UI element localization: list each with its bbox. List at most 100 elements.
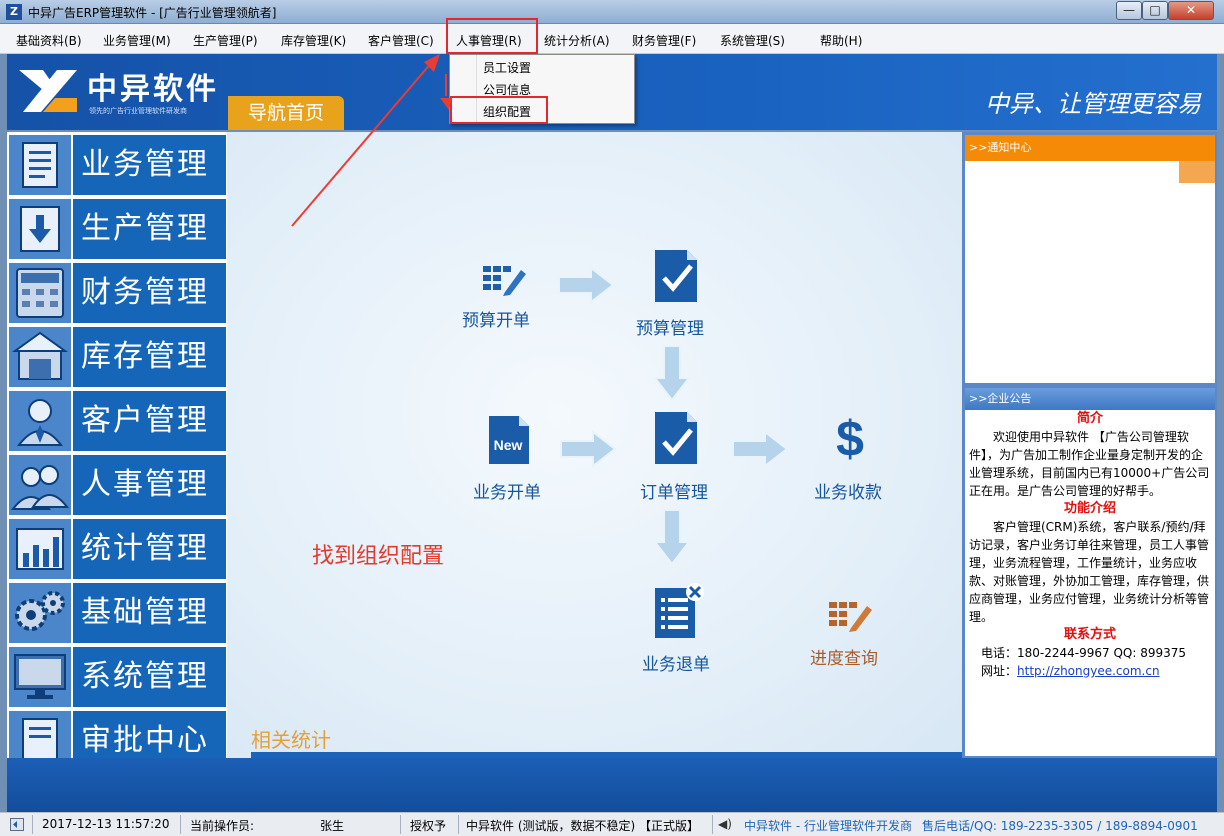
menu-basic-data[interactable]: 基础资料(B) <box>16 32 82 49</box>
new-badge: New <box>494 437 523 453</box>
document-icon <box>9 135 71 195</box>
budget-manage-label[interactable]: 预算管理 <box>636 314 704 339</box>
budget-open-icon[interactable] <box>481 262 527 296</box>
status-operator-label: 当前操作员: <box>190 819 255 833</box>
features-text: 客户管理(CRM)系统，客户联系/预约/拜访记录，客户业务订单往来管理，员工人事… <box>969 520 1210 624</box>
business-return-label[interactable]: 业务退单 <box>642 650 710 675</box>
nav-item-system[interactable]: 系统管理 <box>7 646 227 708</box>
warehouse-icon <box>9 327 71 387</box>
monitor-icon <box>9 647 71 707</box>
menu-statistics[interactable]: 统计分析(A) <box>544 32 610 49</box>
new-doc-icon[interactable]: New <box>487 414 531 466</box>
logo-icon <box>19 70 77 112</box>
status-separator <box>32 815 33 834</box>
status-edition: 中异软件 (测试版，数据不稳定) 【正式版】 <box>466 819 699 833</box>
budget-manage-icon[interactable] <box>651 248 701 304</box>
status-bar: 2017-12-13 11:57:20 当前操作员: 张生 授权予 中异软件 (… <box>0 812 1224 836</box>
nav-item-finance[interactable]: 财务管理 <box>7 262 227 324</box>
business-collect-label[interactable]: 业务收款 <box>814 478 882 503</box>
menu-system[interactable]: 系统管理(S) <box>720 32 785 49</box>
minimize-button[interactable]: — <box>1116 1 1142 20</box>
features-title: 功能介绍 <box>1063 501 1116 516</box>
nav-label: 客户管理 <box>73 391 226 451</box>
nav-label: 生产管理 <box>73 199 226 259</box>
menu-finance[interactable]: 财务管理(F) <box>632 32 696 49</box>
arrow-right-icon <box>558 266 615 304</box>
nav-home-tab[interactable]: 导航首页 <box>228 96 344 130</box>
progress-query-icon[interactable] <box>827 598 873 632</box>
company-notice-header: >>企业公告 <box>965 388 1215 410</box>
nav-item-inventory[interactable]: 库存管理 <box>7 326 227 388</box>
menu-inventory[interactable]: 库存管理(K) <box>281 32 346 49</box>
dropdown-employee-settings[interactable]: 员工设置 <box>483 59 531 76</box>
contact-title: 联系方式 <box>1063 627 1116 642</box>
gears-icon <box>9 583 71 643</box>
nav-item-business[interactable]: 业务管理 <box>7 134 227 196</box>
close-button[interactable]: ✕ <box>1168 1 1214 20</box>
nav-item-basic[interactable]: 基础管理 <box>7 582 227 644</box>
menu-highlight-box <box>446 18 538 54</box>
nav-label: 系统管理 <box>73 647 226 707</box>
return-doc-icon[interactable] <box>653 582 705 640</box>
nav-item-production[interactable]: 生产管理 <box>7 198 227 260</box>
window-title: 中异广告ERP管理软件 - [广告行业管理领航者] <box>28 6 277 20</box>
menu-bar: 基础资料(B) 业务管理(M) 生产管理(P) 库存管理(K) 客户管理(C) … <box>0 24 1224 54</box>
title-bar: Z 中异广告ERP管理软件 - [广告行业管理领航者] — □ ✕ <box>0 0 1224 24</box>
status-auth: 授权予 <box>410 819 447 833</box>
logo-text: 中异软件 <box>87 72 219 107</box>
website-link[interactable]: http://zhongyee.com.cn <box>1017 664 1160 678</box>
arrow-right-icon <box>732 430 789 468</box>
left-nav: 业务管理 生产管理 财务管理 库存管理 客户管理 人事管理 统计管理 基础管理 … <box>7 132 227 758</box>
nav-label: 库存管理 <box>73 327 226 387</box>
website-label: 网址： <box>981 664 1018 678</box>
order-manage-label[interactable]: 订单管理 <box>640 478 708 503</box>
intro-text: 欢迎使用中异软件 【广告公司管理软件】，为广告加工制作企业量身定制开发的企业管理… <box>969 430 1210 498</box>
related-stats-title: 相关统计 <box>251 728 331 752</box>
status-icon <box>10 818 24 831</box>
approval-icon <box>9 711 71 758</box>
intro-title: 简介 <box>1076 411 1103 426</box>
dollar-icon[interactable]: $ <box>827 410 873 464</box>
menu-production[interactable]: 生产管理(P) <box>193 32 258 49</box>
contact-website: 网址：http://zhongyee.com.cn <box>969 662 1211 680</box>
menu-business[interactable]: 业务管理(M) <box>103 32 171 49</box>
app-icon: Z <box>6 4 22 20</box>
nav-label: 业务管理 <box>73 135 226 195</box>
nav-label: 审批中心 <box>73 711 226 758</box>
svg-text:$: $ <box>836 411 864 464</box>
customer-icon <box>9 391 71 451</box>
nav-label: 人事管理 <box>73 455 226 515</box>
order-manage-icon[interactable] <box>651 410 701 466</box>
arrow-down-icon <box>653 509 691 566</box>
nav-item-hr[interactable]: 人事管理 <box>7 454 227 516</box>
logo-subtitle: 领先的广告行业管理软件研发商 <box>89 107 187 115</box>
arrow-right-icon <box>560 430 617 468</box>
arrow-down-icon <box>653 345 691 402</box>
speaker-icon: ◀) <box>718 817 732 831</box>
budget-open-label[interactable]: 预算开单 <box>462 306 530 331</box>
business-open-label[interactable]: 业务开单 <box>473 478 541 503</box>
download-doc-icon <box>9 199 71 259</box>
nav-item-statistics[interactable]: 统计管理 <box>7 518 227 580</box>
status-separator <box>712 815 713 834</box>
status-company: 中异软件 - 行业管理软件开发商 <box>744 819 912 833</box>
maximize-button[interactable]: □ <box>1142 1 1168 20</box>
menu-help[interactable]: 帮助(H) <box>820 32 862 49</box>
annotation-note: 找到组织配置 <box>312 544 445 569</box>
main-area: 预算开单 预算管理 New 业务开单 订单管理 $ 业务收款 业务退单 进度查询… <box>227 132 962 758</box>
status-separator <box>458 815 459 834</box>
chart-icon <box>9 519 71 579</box>
nav-item-customer[interactable]: 客户管理 <box>7 390 227 452</box>
contact-phone: 电话：180-2244-9967 QQ: 899375 <box>981 646 1187 660</box>
menu-customer[interactable]: 客户管理(C) <box>368 32 434 49</box>
progress-query-label[interactable]: 进度查询 <box>810 644 878 669</box>
calculator-icon <box>9 263 71 323</box>
notify-tab[interactable] <box>1179 161 1215 183</box>
nav-item-approval[interactable]: 审批中心 <box>7 710 227 758</box>
status-hotline: 售后电话/QQ: 189-2235-3305 / 189-8894-0901 <box>922 819 1198 833</box>
status-separator <box>180 815 181 834</box>
people-icon <box>9 455 71 515</box>
notify-center-body <box>965 161 1215 383</box>
status-operator: 张生 <box>320 819 345 833</box>
nav-label: 统计管理 <box>73 519 226 579</box>
